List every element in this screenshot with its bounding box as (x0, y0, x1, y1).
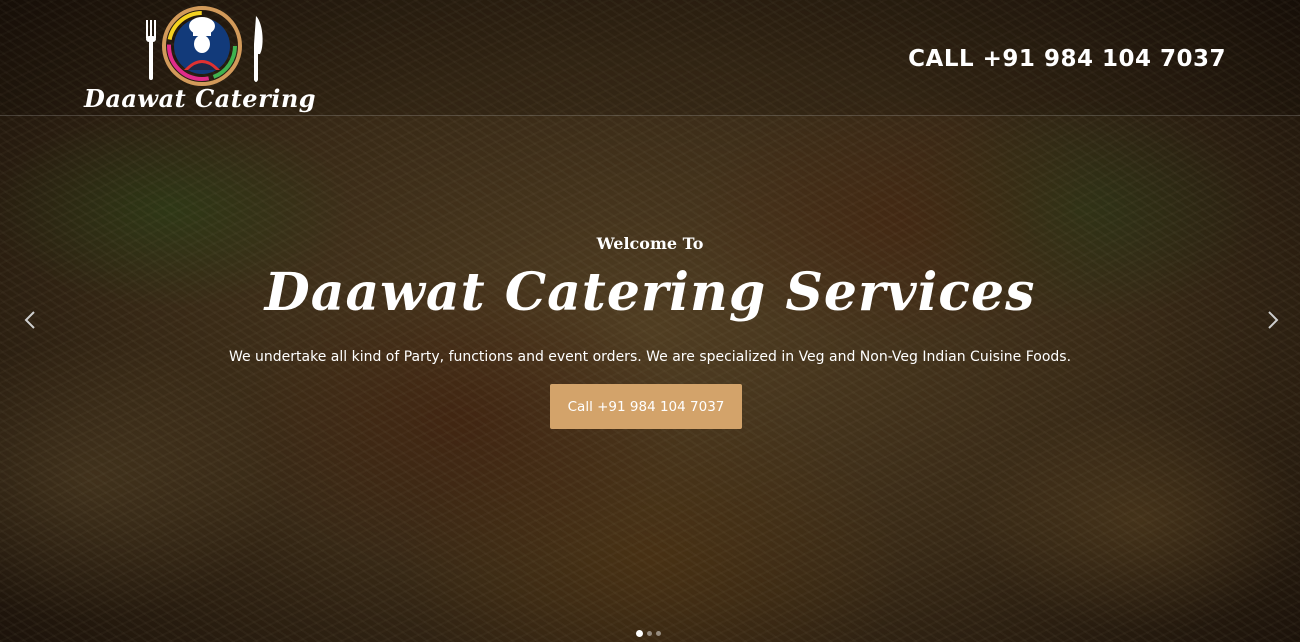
carousel-dot-1[interactable] (636, 629, 643, 637)
header-call-link[interactable]: CALL +91 984 104 7037 (908, 46, 1226, 72)
hero-welcome-text: Welcome To (596, 234, 704, 253)
logo-emblem (146, 6, 263, 86)
chef-icon (162, 6, 242, 86)
fork-icon (146, 20, 156, 80)
carousel-dot-3[interactable] (656, 630, 661, 636)
hero-call-button[interactable]: Call +91 984 104 7037 (550, 384, 742, 429)
hero-title: Daawat Catering Services (264, 262, 1036, 323)
site-header: Daawat Catering CALL +91 984 104 7037 (0, 0, 1300, 116)
hero-subtitle: We undertake all kind of Party, function… (228, 349, 1072, 365)
logo-text: Daawat Catering (84, 84, 317, 113)
carousel-dot-2[interactable] (647, 630, 652, 636)
knife-icon (254, 16, 263, 82)
site-logo[interactable]: Daawat Catering (80, 4, 320, 114)
carousel-indicators (636, 629, 661, 637)
